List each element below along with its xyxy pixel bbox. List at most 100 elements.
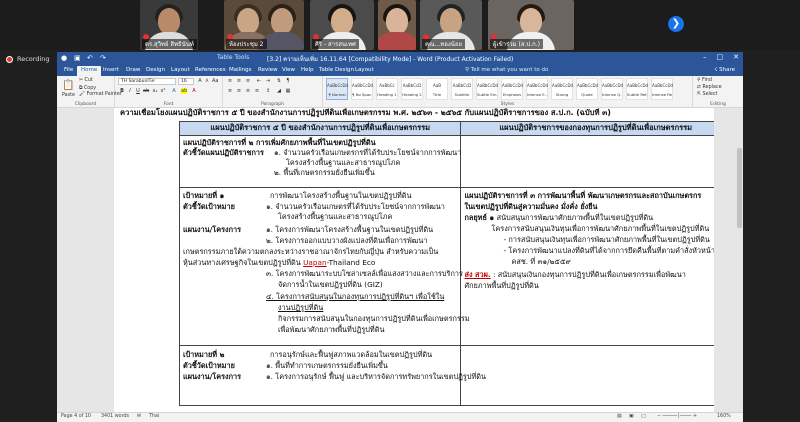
participant-tile[interactable]: คุณ...ทองน้อย <box>420 0 482 50</box>
proofing-icon[interactable]: ✉ <box>137 414 141 419</box>
style-option[interactable]: AaBbCc Heading 1 <box>376 78 398 100</box>
participant-tile[interactable] <box>378 0 416 50</box>
document-page[interactable]: ความเชื่อมโยงแผนปฏิบัติราชการ ๕ ปี ของสำ… <box>114 108 714 412</box>
autosave-icon[interactable]: ● <box>61 54 69 62</box>
select-button[interactable]: ⇱ Select <box>697 92 717 97</box>
close-icon[interactable]: ✕ <box>733 53 739 61</box>
participant-tile[interactable]: ดร.สุวิทย์ สิทธินันท์ <box>140 0 198 50</box>
text-effects-icon[interactable]: A <box>171 88 177 94</box>
pilcrow-icon[interactable]: ¶ <box>285 78 291 84</box>
paste-button[interactable]: Paste <box>62 93 75 98</box>
table-cell[interactable] <box>460 345 714 406</box>
table-cell[interactable]: เป้าหมายที่ ๑ ตัวชี้วัดเป้าหมาย แผนงาน/โ… <box>178 187 470 346</box>
style-option[interactable]: AaBbCcDd Strong <box>551 78 573 100</box>
shrink-font-icon[interactable]: A <box>204 78 210 84</box>
bullets-icon[interactable]: ≡ <box>227 78 233 84</box>
vertical-scrollbar[interactable] <box>736 108 743 412</box>
cut-button[interactable]: ✂ Cut <box>79 78 93 83</box>
italic-icon[interactable]: I <box>127 88 133 94</box>
style-option[interactable]: AaBbCcD Heading 2 <box>401 78 423 100</box>
read-mode-icon[interactable]: ▤ <box>617 414 622 419</box>
style-option[interactable]: AaBbCcDd ¶ No Spac... <box>351 78 373 100</box>
share-button[interactable]: ☇ Share <box>714 67 735 73</box>
paste-icon[interactable]: 📋 <box>62 79 74 92</box>
justify-icon[interactable]: ≡ <box>254 88 260 94</box>
font-name-box[interactable]: TH SarabunIT๙ <box>118 78 176 85</box>
highlight-icon[interactable]: ab <box>181 88 187 94</box>
print-layout-icon[interactable]: ▣ <box>629 414 634 419</box>
scrollbar-thumb[interactable] <box>737 148 742 228</box>
undo-icon[interactable]: ↶ <box>87 54 95 62</box>
table-cell[interactable]: แผนปฏิบัติราชการที่ ๒ การเพิ่มศักยภาพพื้… <box>178 135 462 188</box>
decrease-indent-icon[interactable]: ⇤ <box>256 78 262 84</box>
align-right-icon[interactable]: ≡ <box>245 88 251 94</box>
participant-tile[interactable]: ผู้เข้าร่วม (ส.ป.ก.) <box>488 0 574 50</box>
tab-home[interactable]: Home <box>77 66 102 76</box>
zoom-level[interactable]: 160% <box>717 414 731 419</box>
table-cell[interactable] <box>460 135 714 188</box>
save-icon[interactable]: ▣ <box>74 54 82 62</box>
tab-file[interactable]: File <box>60 66 77 74</box>
tell-me-search[interactable]: ⚲ Tell me what you want to do <box>465 67 548 73</box>
underline-icon[interactable]: U <box>135 88 141 94</box>
table-cell[interactable]: เป้าหมายที่ ๒ ตัวชี้วัดเป้าหมาย แผนงาน/โ… <box>178 345 486 406</box>
style-option[interactable]: AaBbCcDd Intense Re... <box>651 78 673 100</box>
tab-references[interactable]: References <box>191 66 230 74</box>
style-option[interactable]: AaBbCcD Subtitle <box>451 78 473 100</box>
cell-text: ๔. โครงการสนับสนุนในกองทุนการปฏิรูปที่ดิ… <box>266 292 445 301</box>
plan-table[interactable]: แผนปฏิบัติราชการ ๕ ปี ของสำนักงานการปฏิร… <box>178 121 714 406</box>
subscript-icon[interactable]: x₂ <box>152 88 158 94</box>
font-size-box[interactable]: 16 <box>178 78 194 85</box>
web-layout-icon[interactable]: □ <box>641 414 646 419</box>
bold-icon[interactable]: B <box>119 88 125 94</box>
participant-tile[interactable]: ห้องประชุม 2 <box>224 0 304 50</box>
numbering-icon[interactable]: ≡ <box>236 78 242 84</box>
tab-mailings[interactable]: Mailings <box>225 66 256 74</box>
strikethrough-icon[interactable]: ab <box>143 88 149 94</box>
next-participants-icon[interactable]: ❯ <box>668 16 684 32</box>
replace-label: Replace <box>702 85 722 90</box>
tab-view[interactable]: View <box>278 66 299 74</box>
cell-text: ตัวชี้วัดเป้าหมาย <box>183 361 235 370</box>
change-case-icon[interactable]: Aa <box>212 78 218 84</box>
style-option[interactable]: AaBbCcDd Subtle Ref... <box>626 78 648 100</box>
word-count[interactable]: 3401 words <box>101 414 129 419</box>
maximize-icon[interactable]: □ <box>717 53 724 61</box>
language-indicator[interactable]: Thai <box>149 414 159 419</box>
grow-font-icon[interactable]: A <box>197 78 203 84</box>
tab-table-layout[interactable]: Layout <box>351 66 378 74</box>
table-header-right[interactable]: แผนปฏิบัติราชการของกองทุนการปฏิรูปที่ดิน… <box>460 121 714 136</box>
zoom-slider[interactable]: − ─────│──── + <box>657 414 697 419</box>
style-option[interactable]: AaBbCcDd Intense E... <box>526 78 548 100</box>
align-left-icon[interactable]: ≡ <box>227 88 233 94</box>
header-right-text: แผนปฏิบัติราชการของกองทุนการปฏิรูปที่ดิน… <box>499 123 693 132</box>
style-option[interactable]: AaBbCcDd Intense Q... <box>601 78 623 100</box>
shading-icon[interactable]: ◢ <box>276 88 282 94</box>
copy-button[interactable]: ⧉ Copy <box>79 85 96 91</box>
participant-tile[interactable]: ศิริ - สารสนเทศ <box>310 0 374 50</box>
style-option[interactable]: AaBbCcDd Quote <box>576 78 598 100</box>
borders-icon[interactable]: ▦ <box>285 88 291 94</box>
style-option[interactable]: AaBbCcDd Subtle Em... <box>476 78 498 100</box>
minimize-icon[interactable]: – <box>703 53 707 61</box>
tab-insert[interactable]: Insert <box>99 66 123 74</box>
style-name: Quote <box>581 92 593 97</box>
sort-icon[interactable]: ⇅ <box>276 78 282 84</box>
align-center-icon[interactable]: ≡ <box>236 88 242 94</box>
line-spacing-icon[interactable]: ↕ <box>265 88 271 94</box>
tab-design[interactable]: Design <box>142 66 169 74</box>
multilevel-list-icon[interactable]: ≡ <box>245 78 251 84</box>
font-color-icon[interactable]: A <box>191 88 197 94</box>
style-option[interactable]: AaB Title <box>426 78 448 100</box>
superscript-icon[interactable]: x² <box>160 88 166 94</box>
redo-icon[interactable]: ↷ <box>100 54 108 62</box>
replace-button[interactable]: ⇄ Replace <box>697 85 722 90</box>
find-button[interactable]: ⚲ Find <box>697 78 712 83</box>
tab-layout[interactable]: Layout <box>167 66 194 74</box>
style-option[interactable]: AaBbCcDd ¶ Normal <box>326 78 348 100</box>
page-count[interactable]: Page 4 of 10 <box>61 414 91 419</box>
increase-indent-icon[interactable]: ⇥ <box>265 78 271 84</box>
table-header-left[interactable]: แผนปฏิบัติราชการ ๕ ปี ของสำนักงานการปฏิร… <box>178 121 462 136</box>
style-option[interactable]: AaBbCcDd Emphasis <box>501 78 523 100</box>
table-cell[interactable]: แผนปฏิบัติราชการที่ ๓ การพัฒนาพื้นที่ พั… <box>460 187 714 346</box>
